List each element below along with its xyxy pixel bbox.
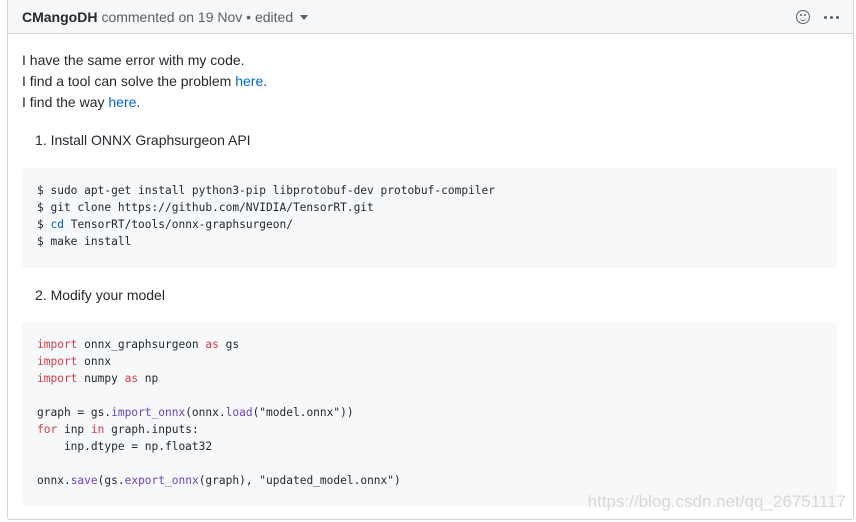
watermark: https://blog.csdn.net/qq_26751117 [587, 492, 846, 511]
comment-header: CMangoDH commented on 19 Nov • edited [8, 0, 853, 34]
comment-body: I have the same error with my code. I fi… [22, 50, 837, 505]
more-options-icon[interactable] [824, 15, 839, 19]
step-2: 2. Modify your model [35, 287, 165, 303]
body-line-2: I find a tool can solve the problem here… [22, 73, 268, 89]
way-link[interactable]: here [108, 94, 136, 110]
step-1: 1. Install ONNX Graphsurgeon API [35, 132, 251, 148]
body-line-1: I have the same error with my code. [22, 52, 245, 68]
tool-link[interactable]: here [235, 73, 263, 89]
body-line-3: I find the way here. [22, 94, 141, 110]
code-block-install: $ sudo apt-get install python3-pip libpr… [22, 168, 837, 268]
author-name[interactable]: CMangoDH [22, 9, 97, 25]
comment-box: CMangoDH commented on 19 Nov • edited I … [7, 0, 854, 520]
comment-meta[interactable]: commented on 19 Nov • edited [101, 9, 293, 25]
edit-history-caret-icon[interactable] [300, 15, 309, 20]
header-actions [796, 0, 839, 34]
add-reaction-icon[interactable] [796, 10, 810, 24]
code-block-model: import onnx_graphsurgeon as gs import on… [22, 322, 837, 505]
